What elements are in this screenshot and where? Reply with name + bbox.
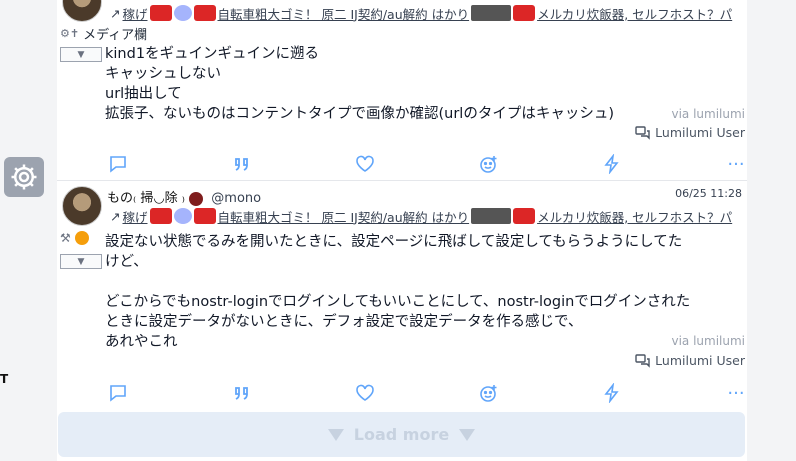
strip-text: 自転車粗大ゴミ！ 原二 IJ契約/au解約 はかり [217,6,470,22]
post-time[interactable]: 06/25 11:28 [675,187,742,200]
settings-button[interactable] [4,157,44,197]
reaction-button[interactable] [478,153,500,175]
strip-text: メルカリ炊飯器, セルフホスト？パ [537,209,733,225]
content-line: kind1をギュインギュインに遡る [105,46,320,62]
content-line: けど、 [105,254,148,270]
edge-mark: T [0,372,9,386]
cw-label: メディア欄 [83,28,148,43]
zap-icon [604,154,620,174]
reply-button[interactable] [107,382,129,404]
user-chip-label: Lumilumi User [655,125,745,140]
content-warning-row: ⚙✝ メディア欄 [60,24,147,43]
reply-icon [110,156,126,173]
triangle-down-icon [327,428,344,441]
more-icon: ··· [727,382,745,404]
content-warning-row: ⚒ [60,231,89,245]
via-client[interactable]: via lumilumi [671,334,745,348]
profile-emoji-strip: ↗ 稼げ 自転車粗大ゴミ！ 原二 IJ契約/au解約 はかり メルカリ炊飯器, … [110,4,740,22]
quote-icon [234,158,248,171]
cw-emoji-icon: ⚙✝ [60,27,80,40]
reply-icon [110,385,126,402]
more-button[interactable]: ··· [725,153,747,175]
like-icon [356,155,374,172]
custom-emoji-icon [513,5,536,21]
strip-text: 自転車粗大ゴミ！ 原二 IJ契約/au解約 はかり [217,209,470,225]
custom-emoji-icon [189,191,204,206]
like-icon [356,384,374,401]
content-line: キャッシュしない [105,66,221,82]
zap-icon [604,383,620,403]
custom-emoji-icon [173,208,192,224]
custom-emoji-icon [513,208,536,224]
custom-emoji-icon [149,5,172,21]
reaction-icon [479,156,497,173]
strip-text: 稼げ [122,209,148,225]
more-icon: ··· [727,153,745,175]
custom-emoji-icon [173,5,192,21]
triangle-down-icon [459,428,476,441]
author-name[interactable]: もの₍ 掃◡除 ₎ [107,191,185,206]
chat-icon [635,125,650,140]
post-content: kind1をギュインギュインに遡る キャッシュしない url抽出して 拡張子、な… [105,44,745,124]
custom-emoji-icon [471,208,512,224]
cw-emoji-icon: ⚒ [60,231,71,245]
reaction-button[interactable] [478,382,500,404]
post-actions: ··· [107,152,747,176]
custom-emoji-icon [193,5,216,21]
zap-button[interactable] [601,382,623,404]
custom-emoji-icon [193,208,216,224]
like-button[interactable] [354,382,376,404]
triangle-down-icon: ▼ [77,256,85,267]
content-line: ときに設定データがないときに、デフォ設定で設定データを作る感じで、 [105,314,583,330]
quote-button[interactable] [231,382,253,404]
via-client[interactable]: via lumilumi [671,107,745,121]
avatar[interactable] [62,0,102,22]
repost-icon: ↗ [110,208,121,224]
expand-toggle-button[interactable]: ▼ [60,47,102,62]
custom-emoji-icon [471,5,512,21]
content-line: 設定ない状態でるみを開いたときに、設定ページに飛ばして設定してもらうようにしてた [105,234,683,250]
load-more-label: Load more [353,425,450,444]
reaction-icon [479,385,497,402]
content-line: 拡張子、ないものはコンテントタイプで画像か確認(urlのタイプはキャッシュ) [105,106,614,122]
more-button[interactable]: ··· [725,382,747,404]
load-more-button[interactable]: Load more [58,412,745,457]
chat-icon [635,353,650,368]
content-line: どこからでもnostr-loginでログインしてもいいことにして、nostr-l… [105,294,691,310]
strip-text: メルカリ炊飯器, セルフホスト？パ [537,6,733,22]
zap-button[interactable] [601,153,623,175]
post: ↗ 稼げ 自転車粗大ゴミ！ 原二 IJ契約/au解約 はかり メルカリ炊飯器, … [57,0,747,181]
post-header: もの₍ 掃◡除 ₎ @mono 06/25 11:28 [107,187,742,206]
quote-icon [234,387,248,400]
expand-toggle-button[interactable]: ▼ [60,254,102,269]
quote-button[interactable] [231,153,253,175]
repost-icon: ↗ [110,5,121,21]
gear-icon [11,164,37,190]
avatar[interactable] [62,186,102,226]
thinking-emoji-icon [74,231,89,245]
like-button[interactable] [354,153,376,175]
reply-button[interactable] [107,153,129,175]
content-line: url抽出して [105,86,182,102]
triangle-down-icon: ▼ [77,49,85,60]
client-user-chip[interactable]: Lumilumi User [635,125,745,140]
post: もの₍ 掃◡除 ₎ @mono 06/25 11:28 ↗ 稼げ 自転車粗大ゴミ… [57,181,747,409]
timeline-feed: ↗ 稼げ 自転車粗大ゴミ！ 原二 IJ契約/au解約 はかり メルカリ炊飯器, … [57,0,747,461]
author-handle[interactable]: @mono [211,191,261,206]
user-chip-label: Lumilumi User [655,353,745,368]
client-user-chip[interactable]: Lumilumi User [635,353,745,368]
content-line: あれやこれ [105,334,178,350]
strip-text: 稼げ [122,6,148,22]
profile-emoji-strip: ↗ 稼げ 自転車粗大ゴミ！ 原二 IJ契約/au解約 はかり メルカリ炊飯器, … [110,207,740,225]
custom-emoji-icon [149,208,172,224]
content-line [105,272,745,292]
post-actions: ··· [107,381,747,405]
post-content: 設定ない状態でるみを開いたときに、設定ページに飛ばして設定してもらうようにしてた… [105,232,745,352]
